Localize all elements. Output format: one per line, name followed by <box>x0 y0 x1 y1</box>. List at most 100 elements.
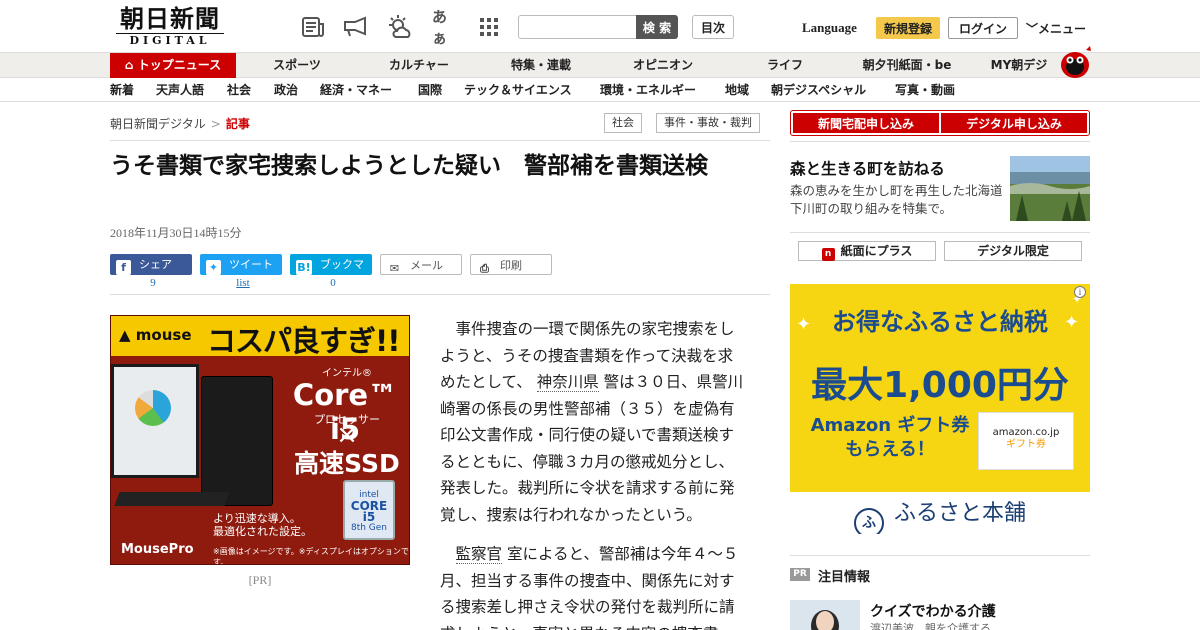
twitter-share-button[interactable]: ✦ ツイート <box>200 254 282 275</box>
nav-opinion[interactable]: オピニオン <box>622 53 704 78</box>
ad-headline: お得なふるさと納税 <box>832 308 1048 336</box>
newspaper-icon[interactable] <box>300 14 326 40</box>
menu-button[interactable]: ﹀メニュー <box>1026 20 1086 37</box>
divider <box>110 294 770 295</box>
hatena-count: 0 <box>330 277 336 289</box>
register-button[interactable]: 新規登録 <box>876 17 940 39</box>
feature-title[interactable]: 森と生きる町を訪ねる <box>790 157 945 179</box>
twitter-icon: ✦ <box>206 260 221 275</box>
nav-top-news[interactable]: ⌂ トップニュース <box>110 53 236 78</box>
mail-label: メール <box>410 259 443 272</box>
ad-info-icon[interactable]: i <box>1074 286 1086 298</box>
nav2-photo[interactable]: 写真・動画 <box>895 78 955 101</box>
grid-menu-icon[interactable] <box>476 14 502 40</box>
ad-tagline-1: より迅速な導入。 <box>213 512 301 525</box>
attention-thumbnail[interactable] <box>790 600 860 630</box>
nav-features[interactable]: 特集・連載 <box>500 53 582 78</box>
nav2-politics[interactable]: 政治 <box>274 78 298 101</box>
gift-card-brand: amazon.co.jp <box>992 427 1060 438</box>
ad-amazon-line1: Amazon ギフト券 <box>810 415 970 436</box>
nav2-tensei[interactable]: 天声人語 <box>156 78 204 101</box>
nav2-special[interactable]: 朝デジスペシャル <box>771 78 866 101</box>
nav2-environment[interactable]: 環境・エネルギー <box>600 78 696 101</box>
ad-mousepro-logo: MousePro <box>121 542 194 557</box>
furusato-shop-name: ふるさと本舗 <box>893 501 1026 526</box>
ad-tagline-2: 最適化された設定。 <box>213 525 312 538</box>
paper-plus-label: 紙面にプラス <box>840 244 913 258</box>
printer-icon: ⎙ <box>480 262 489 275</box>
tag-society[interactable]: 社会 <box>604 113 642 133</box>
pr-label: [PR] <box>248 573 272 587</box>
search-input[interactable] <box>518 15 638 39</box>
nav2-world[interactable]: 国際 <box>418 78 442 101</box>
search-button[interactable]: 検 索 <box>636 15 678 39</box>
menu-label: メニュー <box>1038 22 1087 36</box>
furusato-logo-icon: ふ <box>853 508 884 534</box>
weather-icon[interactable] <box>386 14 412 40</box>
paragraph-text: 警は３０日、県警川崎署の係長の男性警部補（３５）を虚偽有印公文書作成・同行使の疑… <box>440 373 744 524</box>
ad-amazon-text: Amazon ギフト券 もらえる！ <box>800 414 980 462</box>
feature-description: 森の恵みを生かし町を再生した北海道下川町の取り組みを特集で。 <box>790 183 1003 216</box>
language-link[interactable]: Language <box>802 20 857 36</box>
hatena-bookmark-button[interactable]: B! ブックマーク <box>290 254 372 292</box>
ad-brand-label: mouse <box>135 326 192 344</box>
subscribe-box: 新聞宅配申し込み デジタル申し込み <box>790 110 1090 136</box>
site-header: 朝日新聞 DIGITAL あぁ 検 索 目次 Language 新規登録 ログイ… <box>0 0 1200 52</box>
pc-advertisement[interactable]: ▲ mouse コスパ良すぎ!! インテル® Core™ i5 プロセッサー ×… <box>110 315 410 565</box>
badge-bottom: 8th Gen <box>350 523 388 533</box>
print-button[interactable]: ⎙ 印刷 <box>470 254 552 275</box>
breadcrumb: 朝日新聞デジタル > 記事 <box>110 115 250 132</box>
mail-button[interactable]: ✉ メール <box>380 254 462 275</box>
divider <box>790 232 1090 233</box>
nav-my-asadigi[interactable]: MY朝デジ <box>982 53 1056 78</box>
secondary-nav: 新着 天声人語 社会 政治 経済・マネー 国際 テック＆サイエンス 環境・エネル… <box>0 78 1200 102</box>
nav2-economy[interactable]: 経済・マネー <box>320 78 392 101</box>
mascot-icon[interactable] <box>1058 44 1092 78</box>
pc-tower-image <box>201 376 273 506</box>
nav-life[interactable]: ライフ <box>750 53 820 78</box>
attention-headline[interactable]: クイズでわかる介護 <box>870 601 996 621</box>
nav2-local[interactable]: 地域 <box>725 78 749 101</box>
divider <box>790 141 1090 142</box>
intel-badge: intel CORE i5 8th Gen <box>343 480 395 540</box>
subscribe-paper-button[interactable]: 新聞宅配申し込み <box>793 113 939 133</box>
twitter-count-link[interactable]: list <box>202 277 284 289</box>
facebook-share-button[interactable]: f シェア <box>110 254 192 275</box>
gift-card-image: amazon.co.jp ギフト券 <box>978 412 1074 470</box>
subscribe-digital-button[interactable]: デジタル申し込み <box>941 113 1087 133</box>
keyword-link[interactable]: 神奈川県 <box>536 373 599 392</box>
nav-paper[interactable]: 朝夕刊紙面・be <box>852 53 962 78</box>
keyword-link[interactable]: 監察官 <box>455 545 503 564</box>
furusato-advertisement[interactable]: ✦ ✦ ✦ i お得なふるさと納税 最大1,000円分 Amazon ギフト券も… <box>790 284 1090 534</box>
nav2-new[interactable]: 新着 <box>110 78 134 101</box>
attention-subtext: 渡辺美波 親を介護する <box>870 622 991 630</box>
toc-button[interactable]: 目次 <box>692 15 734 39</box>
tag-incident[interactable]: 事件・事故・裁判 <box>656 113 760 133</box>
article-paragraph: 監察官 室によると、警部補は今年４～５月、担当する事件の捜査中、関係先に対する捜… <box>440 541 746 630</box>
nav2-tech[interactable]: テック＆サイエンス <box>464 78 572 101</box>
breadcrumb-current: 記事 <box>225 117 250 131</box>
site-logo[interactable]: 朝日新聞 DIGITAL <box>110 6 230 48</box>
login-button[interactable]: ログイン <box>948 17 1018 39</box>
nav-culture[interactable]: カルチャー <box>378 53 460 78</box>
badge-mid: CORE i5 <box>350 499 388 524</box>
feature-image[interactable] <box>1010 156 1090 221</box>
keyboard-image <box>114 492 230 506</box>
article-date: 2018年11月30日14時15分 <box>110 226 242 240</box>
breadcrumb-separator: > <box>210 117 221 131</box>
print-label: 印刷 <box>500 259 522 272</box>
facebook-icon: f <box>116 260 131 275</box>
paper-plus-button[interactable]: n 紙面にプラス <box>798 241 936 261</box>
nav2-society[interactable]: 社会 <box>227 78 251 101</box>
nav-sports[interactable]: スポーツ <box>262 53 332 78</box>
ad-amount: 最大1,000円分 <box>811 365 1069 406</box>
nav-top-news-label: トップニュース <box>137 58 222 72</box>
breadcrumb-home[interactable]: 朝日新聞デジタル <box>110 117 206 131</box>
ad-copy: コスパ良すぎ!! <box>207 324 400 358</box>
triangle-icon: ▲ <box>119 326 131 344</box>
digital-only-button[interactable]: デジタル限定 <box>944 241 1082 261</box>
mail-icon: ✉ <box>389 262 400 275</box>
megaphone-icon[interactable] <box>342 14 368 40</box>
font-size-icon[interactable]: あぁ <box>432 8 458 47</box>
logo-main: 朝日新聞 <box>120 4 220 33</box>
